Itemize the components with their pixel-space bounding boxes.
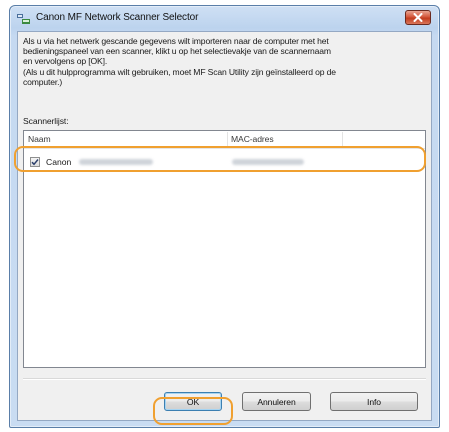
ok-button-highlight	[153, 397, 233, 425]
instructions-text: Als u via het netwerk gescande gegevens …	[23, 36, 428, 87]
scanner-list-label: Scannerlijst:	[23, 116, 69, 126]
scanner-row-highlight	[14, 146, 426, 172]
info-button[interactable]: Info	[330, 392, 418, 411]
window-title: Canon MF Network Scanner Selector	[36, 12, 199, 23]
instructions-line: bedieningspaneel van een scanner, klikt …	[23, 46, 331, 57]
instructions-line: en vervolgens op [OK].	[23, 56, 108, 67]
divider	[23, 378, 426, 380]
cancel-button[interactable]: Annuleren	[242, 392, 311, 411]
instructions-line: Als u via het netwerk gescande gegevens …	[23, 36, 329, 46]
instructions-line: (Als u dit hulpprogramma wilt gebruiken,…	[23, 66, 336, 77]
column-header-mac[interactable]: MAC-adres	[231, 134, 274, 144]
title-bar[interactable]: Canon MF Network Scanner Selector	[10, 6, 439, 32]
column-header-name[interactable]: Naam	[28, 134, 51, 144]
close-button[interactable]	[405, 10, 431, 25]
scanner-selector-icon	[17, 12, 31, 24]
close-x-icon	[413, 9, 423, 27]
dialog-window: Canon MF Network Scanner Selector Als u …	[9, 5, 440, 428]
instructions-line: computer.)	[23, 76, 63, 87]
dialog-content: Als u via het netwerk gescande gegevens …	[17, 31, 432, 421]
